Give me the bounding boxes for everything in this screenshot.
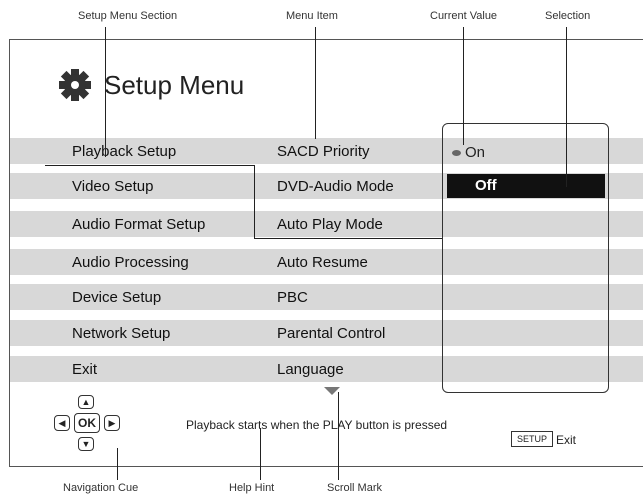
- leader-menu-item: [315, 27, 316, 139]
- arrow-down-icon: ▼: [78, 437, 94, 451]
- callout-menu-item: Menu Item: [286, 10, 338, 22]
- callout-setup-menu-section: Setup Menu Section: [78, 10, 178, 22]
- exit-label: Exit: [556, 433, 577, 447]
- selected-option[interactable]: Off: [447, 174, 605, 198]
- focus-bracket-right: [254, 165, 255, 238]
- arrow-right-icon: ▶: [104, 415, 120, 431]
- leader-selection: [566, 27, 567, 187]
- current-value: On: [452, 144, 485, 161]
- ok-key: OK: [74, 413, 100, 433]
- focus-bracket-top: [45, 165, 255, 166]
- callout-navigation-cue: Navigation Cue: [63, 482, 139, 494]
- callout-current-value: Current Value: [430, 10, 498, 22]
- arrow-up-icon: ▲: [78, 395, 94, 409]
- focus-bracket-bottom: [254, 238, 442, 239]
- leader-scroll-mark: [338, 392, 339, 480]
- leader-setup-menu-section: [105, 27, 106, 157]
- page-title: Setup Menu: [104, 69, 245, 100]
- section-exit[interactable]: Exit: [72, 361, 97, 378]
- navigation-cue: ▲ ◀ OK ▶ ▼: [46, 395, 126, 457]
- leader-current-value: [463, 27, 464, 145]
- section-device-setup[interactable]: Device Setup: [72, 289, 161, 306]
- callout-scroll-mark: Scroll Mark: [327, 482, 383, 494]
- item-language[interactable]: Language: [277, 361, 344, 378]
- callout-selection: Selection: [545, 10, 591, 22]
- leader-help-hint: [260, 428, 261, 480]
- item-auto-resume[interactable]: Auto Resume: [277, 254, 368, 271]
- item-auto-play-mode[interactable]: Auto Play Mode: [277, 216, 383, 233]
- dot-icon: [452, 149, 461, 156]
- item-sacd-priority[interactable]: SACD Priority: [277, 143, 370, 160]
- section-audio-format-setup[interactable]: Audio Format Setup: [72, 216, 205, 233]
- setup-key: SETUP: [511, 431, 554, 447]
- scroll-down-icon: [324, 387, 340, 395]
- section-audio-processing[interactable]: Audio Processing: [72, 254, 189, 271]
- item-parental-control[interactable]: Parental Control: [277, 325, 385, 342]
- callout-help-hint: Help Hint: [229, 482, 275, 494]
- arrow-left-icon: ◀: [54, 415, 70, 431]
- section-playback-setup[interactable]: Playback Setup: [72, 143, 176, 160]
- gear-icon: [59, 69, 91, 101]
- item-pbc[interactable]: PBC: [277, 289, 308, 306]
- section-video-setup[interactable]: Video Setup: [72, 178, 153, 195]
- current-value-label: On: [465, 144, 486, 161]
- values-panel: [442, 123, 609, 393]
- item-dvd-audio-mode[interactable]: DVD-Audio Mode: [277, 178, 394, 195]
- menu-header: Setup Menu: [58, 60, 244, 110]
- section-network-setup[interactable]: Network Setup: [72, 325, 170, 342]
- help-hint: Playback starts when the PLAY button is …: [186, 418, 448, 432]
